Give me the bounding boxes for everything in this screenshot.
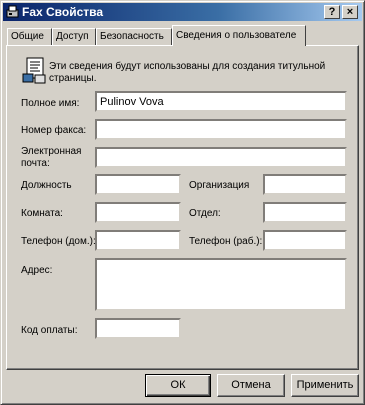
- position-input[interactable]: [95, 174, 181, 195]
- fax-number-label: Номер факса:: [21, 125, 87, 136]
- fax-icon: [6, 5, 19, 18]
- tab-user-info[interactable]: Сведения о пользователе: [172, 25, 306, 46]
- apply-button[interactable]: Применить: [291, 374, 359, 397]
- work-phone-label: Телефон (раб.):: [189, 236, 263, 247]
- document-info-icon: [22, 57, 46, 84]
- close-button[interactable]: ×: [342, 5, 358, 19]
- home-phone-label: Телефон (дом.):: [21, 236, 96, 247]
- cancel-button[interactable]: Отмена: [217, 374, 285, 397]
- tab-general[interactable]: Общие: [7, 28, 52, 45]
- email-label-line1: Электронная: [21, 146, 82, 157]
- full-name-label: Полное имя:: [21, 98, 80, 109]
- organization-input[interactable]: [263, 174, 347, 195]
- address-label: Адрес:: [21, 265, 53, 276]
- help-button[interactable]: ?: [324, 5, 340, 19]
- info-text-line1: Эти сведения будут использованы для созд…: [49, 61, 326, 72]
- home-phone-input[interactable]: [95, 230, 181, 251]
- window-title: Fax Свойства: [22, 5, 104, 19]
- position-label: Должность: [21, 180, 72, 191]
- billing-code-input[interactable]: [95, 318, 181, 339]
- room-input[interactable]: [95, 202, 181, 223]
- ok-button[interactable]: ОК: [145, 374, 211, 397]
- fax-properties-dialog: Fax Свойства ? × Общие Доступ Безопаснос…: [0, 0, 365, 405]
- address-textarea[interactable]: [95, 258, 347, 311]
- room-label: Комната:: [21, 208, 63, 219]
- organization-label: Организация: [189, 180, 250, 191]
- fax-number-input[interactable]: [95, 119, 347, 140]
- work-phone-input[interactable]: [263, 230, 347, 251]
- title-bar[interactable]: Fax Свойства ? ×: [3, 3, 362, 21]
- department-input[interactable]: [263, 202, 347, 223]
- tab-security[interactable]: Безопасность: [96, 28, 172, 45]
- tab-sharing[interactable]: Доступ: [52, 28, 96, 45]
- email-label-line2: почта:: [21, 158, 50, 169]
- billing-code-label: Код оплаты:: [21, 325, 78, 336]
- department-label: Отдел:: [189, 208, 221, 219]
- full-name-input[interactable]: Pulinov Vova: [95, 91, 347, 112]
- email-input[interactable]: [95, 147, 347, 168]
- info-text-line2: страницы.: [49, 73, 97, 84]
